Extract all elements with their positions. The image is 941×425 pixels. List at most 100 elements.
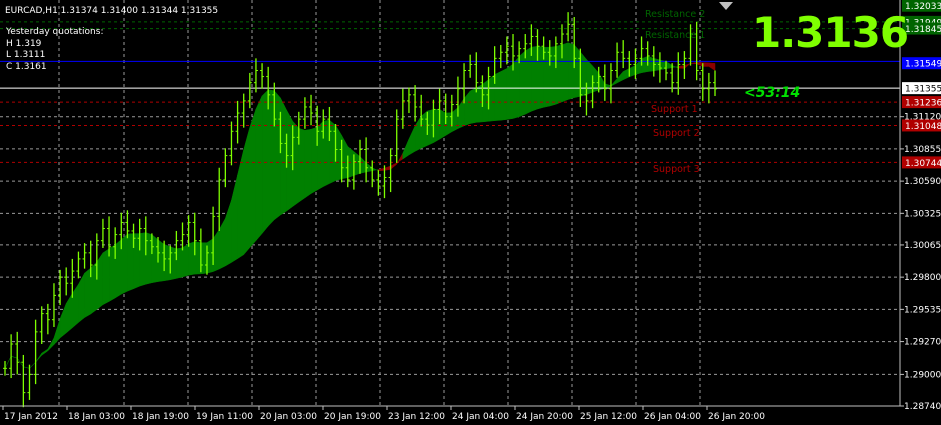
yesterday-title: Yesterday quotations: — [6, 27, 104, 37]
cloud-segment — [445, 112, 453, 136]
cloud-segment — [543, 46, 550, 108]
cloud-segment — [494, 71, 502, 121]
price-tick-label: 1.30590 — [904, 177, 941, 187]
cloud-segment — [439, 108, 446, 140]
time-tick-label: 23 Jan 12:00 — [388, 412, 445, 422]
cloud-segment — [329, 119, 336, 184]
cloud-segment — [567, 42, 575, 100]
cloud-segment — [206, 238, 214, 274]
cloud-segment — [90, 261, 98, 315]
time-tick-label: 17 Jan 2012 — [4, 412, 58, 422]
cloud-segment — [194, 241, 202, 275]
cloud-segment — [573, 44, 581, 98]
cloud-segment — [157, 239, 165, 282]
cloud-segment — [298, 127, 306, 203]
price-chart[interactable]: 1.28740 1.29000 1.29270 1.29535 1.29800 1.300… — [0, 0, 941, 425]
level-label-support-2: Support 2 — [653, 128, 700, 139]
cloud-segment — [121, 233, 128, 295]
cloud-segment — [163, 243, 171, 282]
yesterday-high: H 1.319 — [6, 38, 42, 49]
cloud-segment — [114, 239, 122, 299]
price-tick-label: 1.29535 — [904, 305, 941, 315]
cloud-segment — [96, 252, 104, 310]
cloud-segment — [323, 119, 330, 187]
cloud-segment — [420, 110, 428, 149]
cloud-segment — [182, 243, 189, 278]
time-tick-label: 18 Jan 03:00 — [68, 412, 125, 422]
cloud-segment — [102, 248, 110, 306]
cloud-segment — [555, 44, 563, 105]
level-label-resistance-2: Resistance 2 — [645, 9, 706, 20]
cloud-segment — [482, 79, 489, 123]
cloud-segment — [512, 55, 520, 119]
price-tick-label: 1.28740 — [904, 402, 941, 412]
cloud-segment — [580, 51, 587, 97]
level-label-resistance-1: Resistance 1 — [645, 30, 706, 41]
price-label-text: 1.32033 — [905, 2, 941, 12]
price-label-text: 1.30744 — [905, 159, 941, 169]
cloud-segment — [280, 97, 287, 216]
price-tick-label: 1.30855 — [904, 145, 941, 155]
cloud-segment — [261, 89, 269, 235]
cloud-segment — [518, 50, 526, 118]
price-label-text: 1.31048 — [905, 122, 941, 132]
cloud-segment — [243, 127, 251, 256]
yesterday-low: L 1.3111 — [6, 50, 46, 60]
cloud-segment — [433, 109, 440, 144]
cloud-segment — [310, 126, 318, 195]
price-tick-label: 1.30325 — [904, 209, 941, 219]
cloud-segment — [469, 87, 477, 124]
cloud-segment — [108, 244, 116, 302]
cloud-segment — [274, 90, 281, 221]
cloud-segment — [133, 233, 140, 290]
cloud-segment — [531, 45, 538, 112]
cloud-segment — [702, 62, 710, 67]
yesterday-quotations: Yesterday quotations: H 1.319 L 1.3111 C… — [6, 27, 103, 73]
price-tick-label: 1.29800 — [904, 273, 941, 283]
time-tick-label: 19 Jan 11:00 — [196, 412, 253, 422]
time-tick-label: 26 Jan 20:00 — [708, 412, 765, 422]
cloud-segment — [476, 83, 483, 123]
cloud-segment — [188, 241, 195, 276]
cloud-segment — [647, 55, 655, 72]
time-tick-label: 20 Jan 19:00 — [324, 412, 381, 422]
cloud-segment — [176, 247, 183, 279]
cloud-segment — [249, 108, 257, 249]
price-tick-label: 1.30065 — [904, 241, 941, 251]
cloud-segment — [537, 45, 544, 110]
time-tick-label: 24 Jan 20:00 — [516, 412, 573, 422]
cloud-segment — [549, 46, 557, 107]
price-tick-label: 1.29270 — [904, 338, 941, 348]
cloud-segment — [127, 233, 134, 292]
cloud-segment — [292, 120, 300, 207]
cloud-segment — [151, 234, 159, 284]
level-label-support-1: Support 1 — [651, 104, 698, 115]
bar-timer: <53:14 — [744, 85, 801, 101]
price-tick-label: 1.29000 — [904, 370, 941, 380]
time-tick-label: 18 Jan 19:00 — [132, 412, 189, 422]
price-label-text: 1.31549 — [905, 60, 941, 70]
cloud-segment — [139, 232, 147, 287]
cloud-segment — [506, 63, 514, 120]
big-price-display: 1.3136 — [752, 8, 909, 57]
price-label-text: 1.31355 — [905, 85, 941, 95]
cloud-segment — [488, 74, 495, 122]
cloud-segment — [427, 109, 434, 146]
cloud-segment — [304, 128, 312, 199]
cloud-segment — [170, 246, 177, 281]
cloud-segment — [500, 68, 508, 121]
cloud-segment — [267, 89, 275, 227]
cloud-segment — [84, 267, 91, 318]
cloud-segment — [335, 124, 342, 181]
cloud-segment — [200, 242, 208, 275]
cloud-segment — [255, 95, 263, 242]
time-tick-label: 24 Jan 04:00 — [452, 412, 509, 422]
cloud-segment — [586, 58, 593, 96]
time-tick-label: 26 Jan 04:00 — [644, 412, 701, 422]
cloud-segment — [561, 42, 569, 103]
symbol-ohlc-header: EURCAD,H1 1.31374 1.31400 1.31344 1.3135… — [5, 6, 219, 16]
cloud-segment — [641, 55, 648, 74]
time-tick-label: 25 Jan 12:00 — [580, 412, 637, 422]
price-label-text: 1.31236 — [905, 99, 941, 109]
level-label-support-3: Support 3 — [653, 164, 700, 175]
